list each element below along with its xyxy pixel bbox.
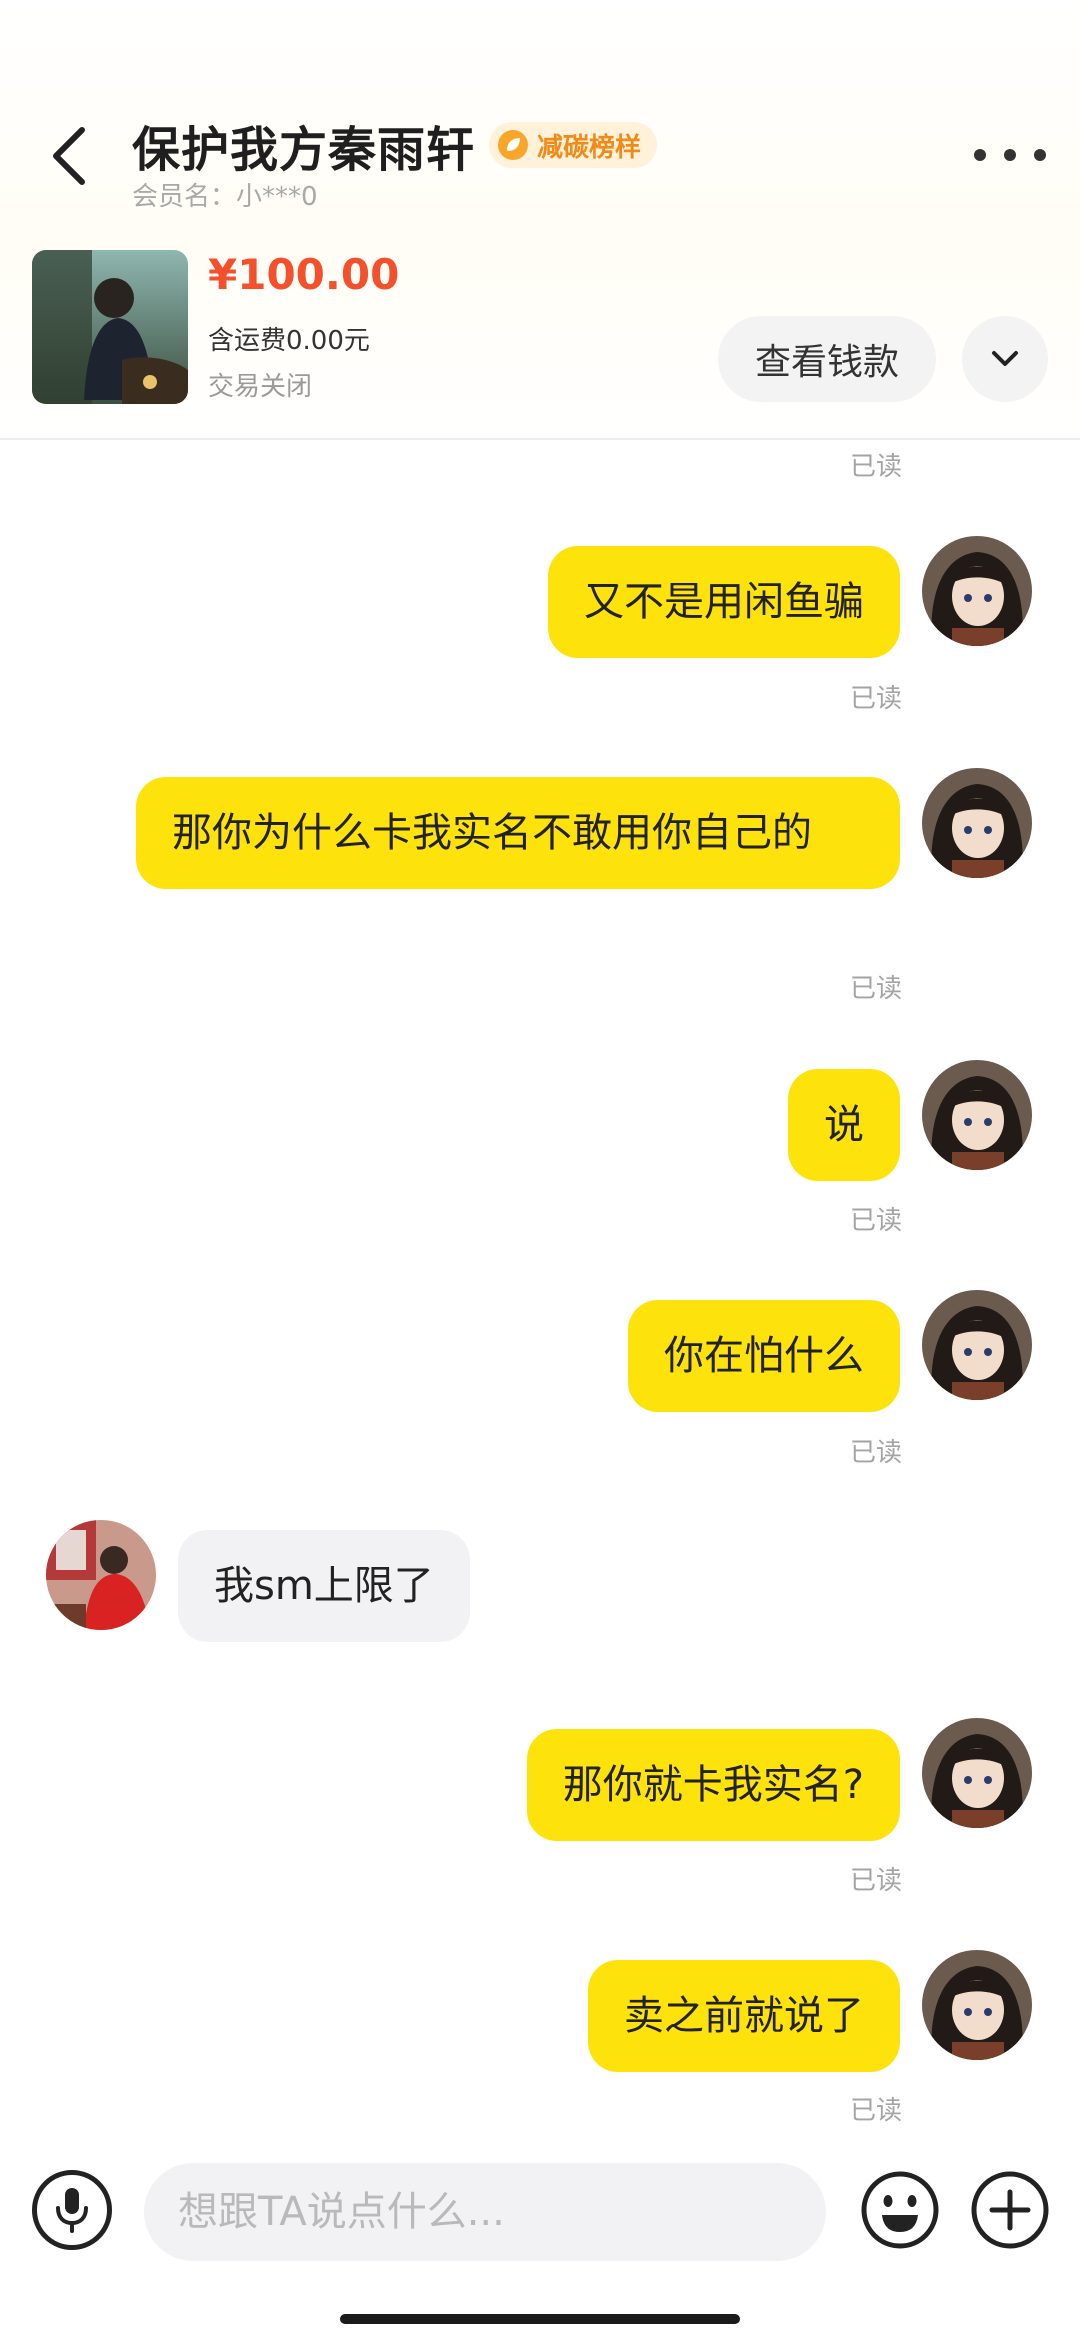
anime-girl-avatar-image xyxy=(922,1950,1032,2060)
carbon-badge[interactable]: 减碳榜样 xyxy=(489,122,658,168)
title-row: 保护我方秦雨轩 减碳榜样 xyxy=(132,110,658,180)
message-bubble-sent[interactable]: 那你为什么卡我实名不敢用你自己的 xyxy=(136,777,900,889)
more-dots-icon xyxy=(974,149,986,161)
read-receipt: 已读 xyxy=(849,974,902,1004)
read-receipt: 已读 xyxy=(849,1866,902,1896)
message-bubble-received[interactable]: 我sm上限了 xyxy=(178,1530,470,1642)
more-options-button[interactable] xyxy=(974,140,1046,170)
anime-girl-avatar-image xyxy=(922,1718,1032,1828)
read-receipt: 已读 xyxy=(849,452,902,482)
message-input[interactable] xyxy=(144,2163,826,2261)
view-money-button[interactable]: 查看钱款 xyxy=(718,316,936,402)
seller-avatar[interactable] xyxy=(46,1520,156,1630)
product-price: ¥100.00 xyxy=(208,250,400,299)
seller-nickname[interactable]: 保护我方秦雨轩 xyxy=(132,110,475,180)
anime-girl-avatar-image xyxy=(922,536,1032,646)
read-receipt: 已读 xyxy=(849,1438,902,1468)
chevron-down-icon xyxy=(992,351,1018,366)
badge-label: 减碳榜样 xyxy=(537,132,642,163)
message-bubble-sent[interactable]: 卖之前就说了 xyxy=(588,1960,900,2072)
trade-status: 交易关闭 xyxy=(208,372,313,402)
home-indicator[interactable] xyxy=(340,2314,740,2324)
my-avatar[interactable] xyxy=(922,1950,1032,2060)
message-bubble-sent[interactable]: 又不是用闲鱼骗 xyxy=(548,546,900,658)
read-receipt: 已读 xyxy=(849,2096,902,2126)
anime-girl-avatar-image xyxy=(922,1060,1032,1170)
read-receipt: 已读 xyxy=(849,684,902,714)
leaf-badge-icon xyxy=(498,130,529,160)
anime-girl-avatar-image xyxy=(922,1290,1032,1400)
expand-button[interactable] xyxy=(962,316,1048,402)
my-avatar[interactable] xyxy=(922,768,1032,878)
message-bubble-sent[interactable]: 那你就卡我实名? xyxy=(526,1729,900,1841)
emoji-button[interactable] xyxy=(860,2170,940,2250)
product-image xyxy=(32,250,188,404)
chat-header: 保护我方秦雨轩 减碳榜样 会员名：小***0 ¥100.00 含运费0.00元 … xyxy=(0,0,1080,440)
my-avatar[interactable] xyxy=(922,1718,1032,1828)
anime-girl-avatar-image xyxy=(922,768,1032,878)
message-bubble-sent[interactable]: 说 xyxy=(788,1069,900,1181)
member-name: 会员名：小***0 xyxy=(132,182,318,212)
emoji-icon xyxy=(861,2171,939,2249)
product-thumbnail[interactable] xyxy=(32,250,188,404)
my-avatar[interactable] xyxy=(922,536,1032,646)
back-button[interactable] xyxy=(40,116,100,196)
voice-button[interactable] xyxy=(32,2170,112,2250)
read-receipt: 已读 xyxy=(849,1206,902,1236)
chevron-left-icon xyxy=(53,127,85,185)
microphone-icon xyxy=(56,2188,88,2233)
red-clothing-avatar-image xyxy=(46,1520,156,1630)
chat-screen: 保护我方秦雨轩 减碳榜样 会员名：小***0 ¥100.00 含运费0.00元 … xyxy=(0,0,1080,2340)
shipping-fee: 含运费0.00元 xyxy=(208,326,370,356)
add-attachment-button[interactable] xyxy=(970,2170,1050,2250)
my-avatar[interactable] xyxy=(922,1290,1032,1400)
plus-icon xyxy=(971,2171,1049,2249)
my-avatar[interactable] xyxy=(922,1060,1032,1170)
message-bubble-sent[interactable]: 你在怕什么 xyxy=(628,1300,900,1412)
